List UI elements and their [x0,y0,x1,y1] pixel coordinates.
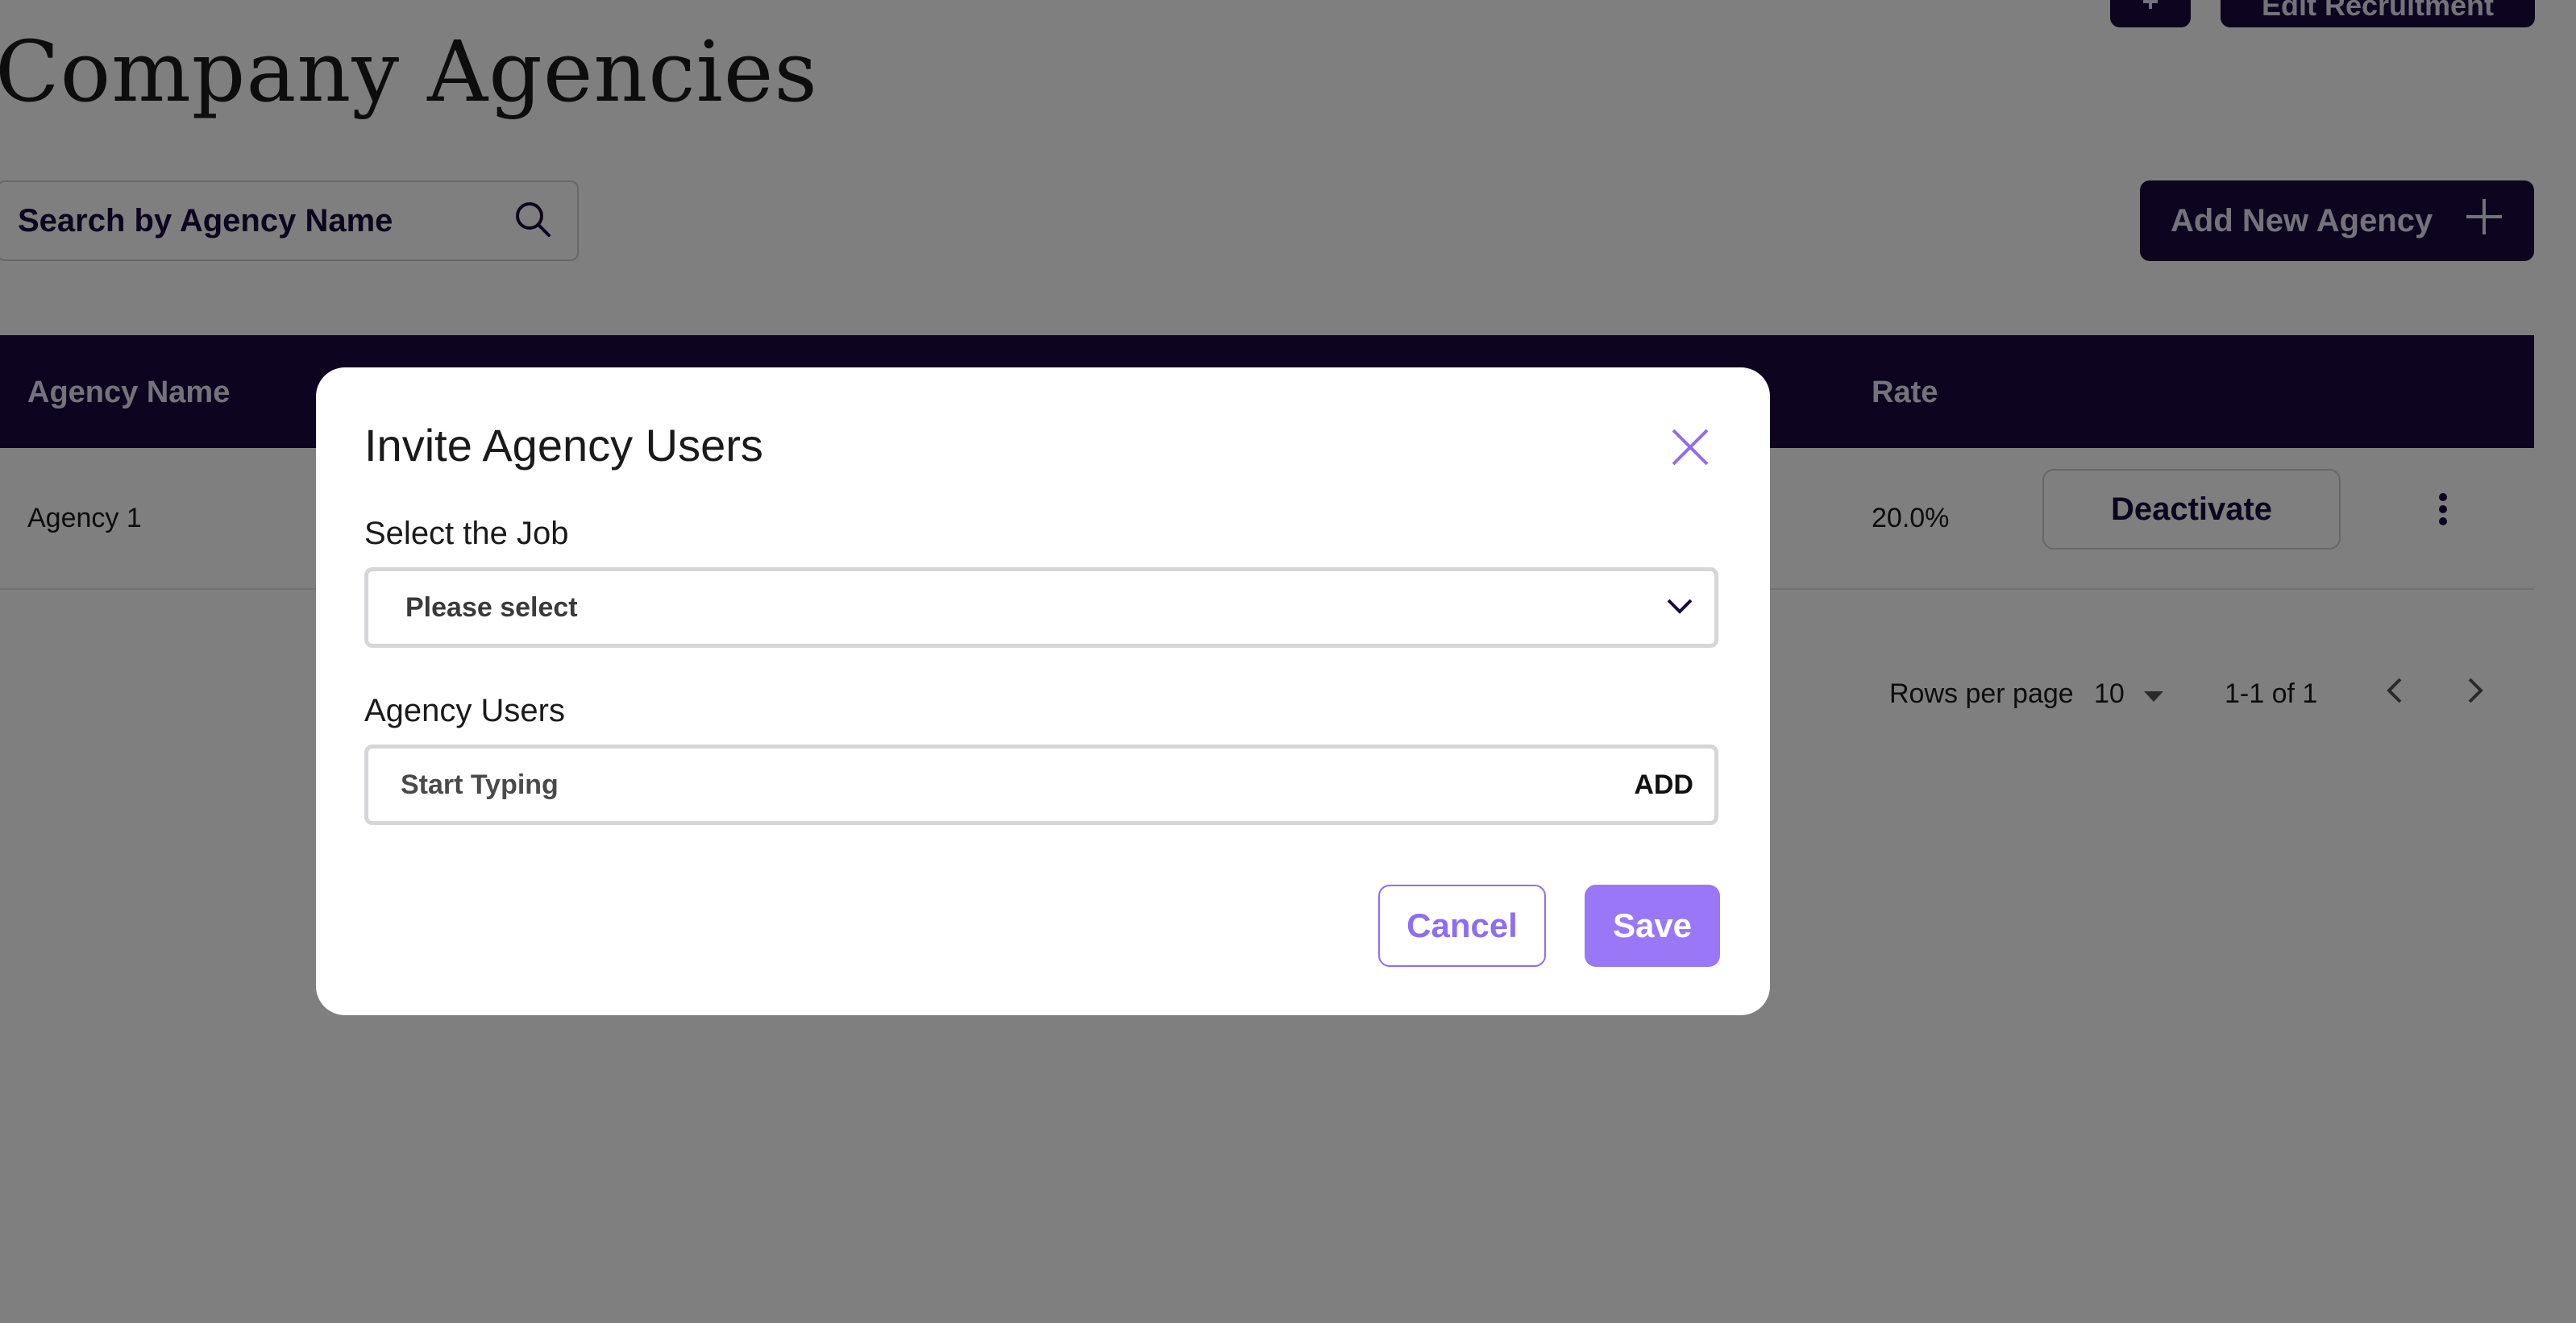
modal-title: Invite Agency Users [364,420,763,471]
agency-users-label: Agency Users [364,693,565,728]
cancel-button[interactable]: Cancel [1378,885,1546,967]
save-button[interactable]: Save [1585,885,1720,967]
job-select-value: Please select [405,591,578,623]
agency-users-field[interactable]: ADD [364,744,1718,825]
chevron-down-icon [1666,597,1693,619]
agency-users-input[interactable] [401,769,1529,801]
close-icon[interactable] [1670,427,1710,467]
job-select-label: Select the Job [364,516,569,551]
add-user-button[interactable]: ADD [1634,769,1693,801]
invite-agency-users-modal: Invite Agency Users Select the Job Pleas… [316,367,1770,1015]
job-select[interactable]: Please select [364,567,1718,648]
